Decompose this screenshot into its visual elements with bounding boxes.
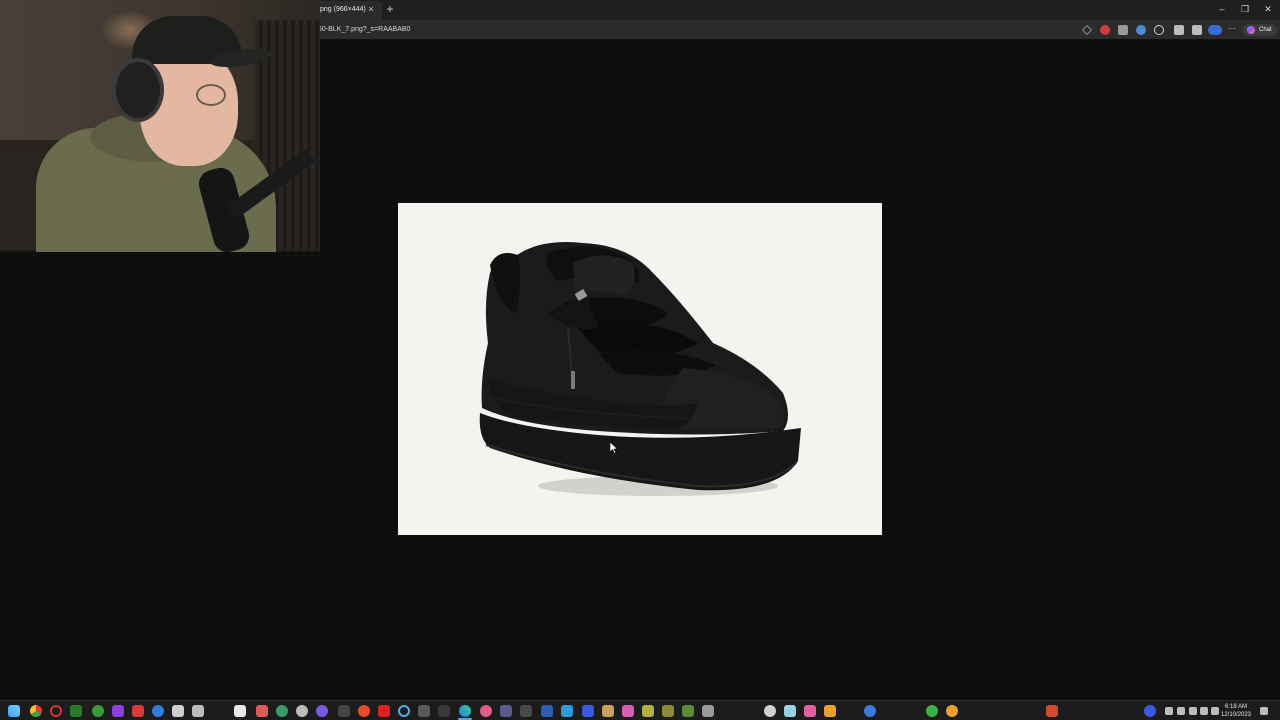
app-icon[interactable]: [192, 705, 204, 717]
app-icon[interactable]: [520, 705, 532, 717]
restore-button[interactable]: ❐: [1238, 3, 1252, 15]
chat-label: Chat: [1259, 27, 1272, 33]
cloud-icon[interactable]: [1189, 707, 1197, 715]
more-icon[interactable]: ···: [1228, 25, 1238, 35]
app-icon[interactable]: [702, 705, 714, 717]
extension-icon[interactable]: [1136, 25, 1146, 35]
sneaker-illustration: [479, 242, 801, 496]
star-icon[interactable]: [1082, 25, 1092, 35]
minimize-button[interactable]: –: [1215, 3, 1229, 15]
app-icon[interactable]: [276, 705, 288, 717]
app-icon[interactable]: [561, 705, 573, 717]
tab-title: png (966×444): [320, 6, 366, 13]
notifications-icon[interactable]: [1260, 707, 1268, 715]
app-icon[interactable]: [172, 705, 184, 717]
app-icon[interactable]: [316, 705, 328, 717]
taskbar: 6:18 AM 12/10/2023: [0, 700, 1280, 720]
system-clock[interactable]: 6:18 AM 12/10/2023: [1220, 703, 1252, 719]
app-icon[interactable]: [1046, 705, 1058, 717]
app-icon[interactable]: [480, 705, 492, 717]
chat-button[interactable]: Chat: [1243, 24, 1277, 36]
copilot-icon: [1247, 26, 1255, 34]
mouse-cursor-icon: [610, 442, 618, 454]
volume-icon[interactable]: [1200, 707, 1208, 715]
tab-close-icon[interactable]: ×: [366, 3, 376, 15]
app-icon[interactable]: [70, 705, 82, 717]
record-icon[interactable]: [1100, 25, 1110, 35]
app-icon[interactable]: [1144, 705, 1156, 717]
app-icon[interactable]: [804, 705, 816, 717]
app-icon[interactable]: [926, 705, 938, 717]
clock-date: 12/10/2023: [1220, 712, 1252, 718]
app-icon[interactable]: [112, 705, 124, 717]
notepad-icon[interactable]: [234, 705, 246, 717]
app-icon[interactable]: [946, 705, 958, 717]
app-icon[interactable]: [338, 705, 350, 717]
new-tab-button[interactable]: +: [384, 2, 396, 16]
profile-icon[interactable]: [1208, 25, 1222, 35]
app-icon[interactable]: [132, 705, 144, 717]
app-icon[interactable]: [378, 705, 390, 717]
network-icon[interactable]: [1177, 707, 1185, 715]
app-icon[interactable]: [500, 705, 512, 717]
battery-icon[interactable]: [1211, 707, 1219, 715]
opera-icon[interactable]: [50, 705, 62, 717]
app-icon[interactable]: [682, 705, 694, 717]
product-image[interactable]: [398, 203, 882, 535]
app-icon[interactable]: [662, 705, 674, 717]
app-icon[interactable]: [582, 705, 594, 717]
app-icon[interactable]: [622, 705, 634, 717]
app-icon[interactable]: [824, 705, 836, 717]
refresh-icon[interactable]: [1154, 25, 1164, 35]
app-icon[interactable]: [541, 705, 553, 717]
app-icon[interactable]: [438, 705, 450, 717]
webcam-overlay: [0, 0, 320, 252]
extension-icon[interactable]: [1118, 25, 1128, 35]
collections-icon[interactable]: [1192, 25, 1202, 35]
app-icon[interactable]: [642, 705, 654, 717]
start-icon[interactable]: [8, 705, 20, 717]
clock-time: 6:18 AM: [1224, 704, 1247, 710]
streamer-glasses: [196, 84, 226, 106]
xbox-icon[interactable]: [92, 705, 104, 717]
app-icon[interactable]: [398, 705, 410, 717]
app-icon[interactable]: [296, 705, 308, 717]
app-icon[interactable]: [764, 705, 776, 717]
app-icon[interactable]: [418, 705, 430, 717]
close-window-button[interactable]: ✕: [1261, 3, 1275, 15]
app-icon[interactable]: [358, 705, 370, 717]
app-icon[interactable]: [864, 705, 876, 717]
app-icon[interactable]: [152, 705, 164, 717]
headphones-icon: [112, 58, 164, 122]
chrome-icon[interactable]: [30, 705, 42, 717]
edge-icon[interactable]: [459, 705, 471, 717]
url-field[interactable]: 50-BLK_7.png?_s=RAABAB0: [318, 23, 410, 37]
favorites-icon[interactable]: [1174, 25, 1184, 35]
app-icon[interactable]: [602, 705, 614, 717]
tray-chevron-icon[interactable]: [1165, 707, 1173, 715]
app-icon[interactable]: [784, 705, 796, 717]
app-icon[interactable]: [256, 705, 268, 717]
